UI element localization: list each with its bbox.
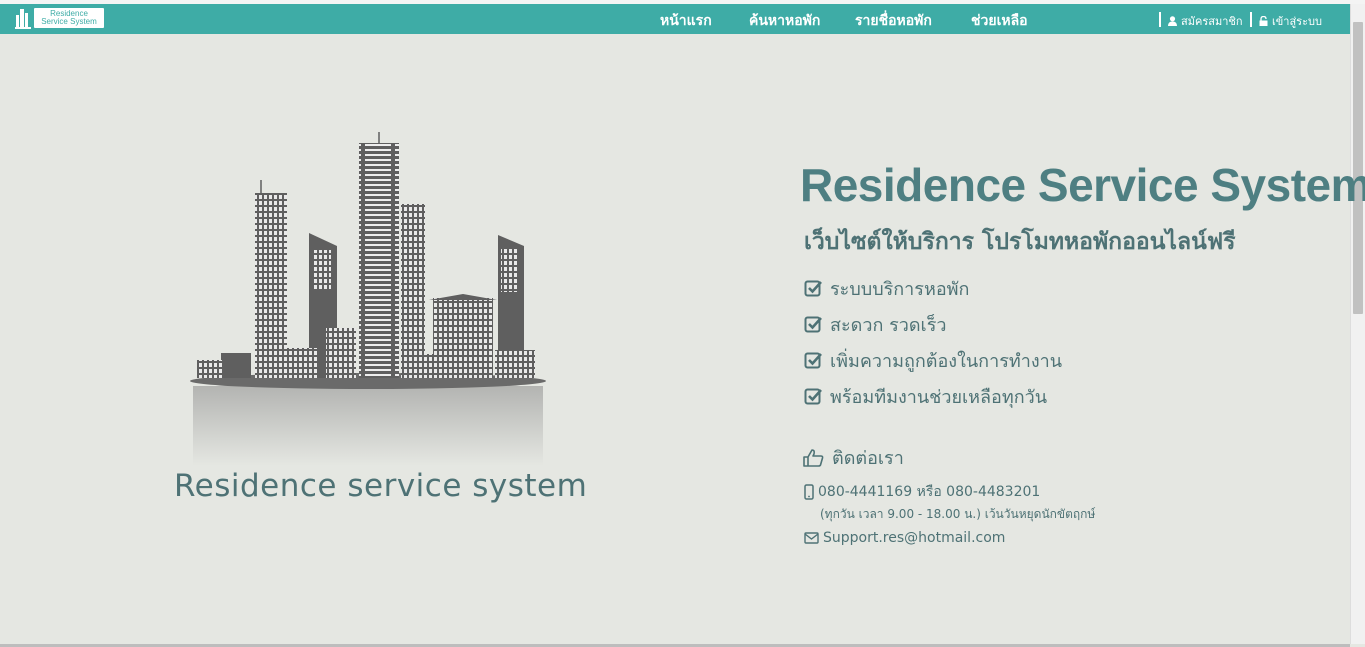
nav-home[interactable]: หน้าแรก (660, 10, 712, 32)
nav-search-dorm[interactable]: ค้นหาหอพัก (749, 10, 820, 32)
thumbs-up-icon (803, 448, 824, 467)
feature-label: สะดวก รวดเร็ว (830, 314, 947, 336)
logo-line2: Service System (41, 17, 97, 26)
feature-item: สะดวก รวดเร็ว (804, 306, 1062, 342)
email-address: Support.res@hotmail.com (823, 530, 1006, 546)
nav-help[interactable]: ช่วยเหลือ (971, 10, 1028, 32)
register-label: สมัครสมาชิก (1181, 15, 1243, 28)
hero-subtitle: เว็บไซต์ให้บริการ โปรโมทหอพักออนไลน์ฟรี (804, 229, 1236, 255)
city-skyline-illustration (190, 132, 546, 466)
check-square-icon (804, 316, 822, 333)
envelope-icon (804, 532, 819, 544)
nav-dorm-list[interactable]: รายชื่อหอพัก (855, 10, 932, 32)
building-logo-icon (15, 9, 31, 29)
feature-item: พร้อมทีมงานช่วยเหลือทุกวัน (804, 378, 1062, 414)
user-icon (1168, 16, 1177, 26)
phone-number: 080-4441169 หรือ 080-4483201 (818, 484, 1041, 500)
feature-label: พร้อมทีมงานช่วยเหลือทุกวัน (830, 386, 1048, 408)
register-link[interactable]: สมัครสมาชิก (1168, 12, 1243, 30)
page-scrollbar[interactable] (1350, 4, 1365, 644)
contact-email[interactable]: Support.res@hotmail.com (804, 530, 1005, 546)
contact-hours: (ทุกวัน เวลา 9.00 - 18.00 น.) เว้นวันหยุ… (820, 507, 1096, 521)
mobile-phone-icon (804, 484, 814, 500)
contact-heading: ติดต่อเรา (803, 443, 904, 472)
login-link[interactable]: เข้าสู่ระบบ (1259, 12, 1322, 30)
check-square-icon (804, 388, 822, 405)
check-square-icon (804, 352, 822, 369)
feature-list: ระบบบริการหอพัก สะดวก รวดเร็ว เพิ่มความถ… (804, 270, 1062, 414)
feature-label: เพิ่มความถูกต้องในการทำงาน (830, 350, 1063, 372)
contact-heading-label: ติดต่อเรา (832, 448, 904, 469)
navbar: Residence Service System หน้าแรก ค้นหาหอ… (0, 4, 1350, 34)
check-square-icon (804, 280, 822, 297)
contact-phone: 080-4441169 หรือ 080-4483201 (804, 481, 1040, 503)
lock-icon (1259, 16, 1268, 26)
feature-item: เพิ่มความถูกต้องในการทำงาน (804, 342, 1062, 378)
feature-item: ระบบบริการหอพัก (804, 270, 1062, 306)
site-logo[interactable]: Residence Service System (15, 7, 106, 29)
nav-divider (1250, 12, 1252, 27)
logo-text-box: Residence Service System (34, 8, 104, 28)
nav-divider (1159, 12, 1161, 27)
feature-label: ระบบบริการหอพัก (830, 278, 970, 300)
hero-title: Residence Service System (800, 159, 1365, 211)
login-label: เข้าสู่ระบบ (1272, 15, 1322, 28)
illustration-caption: Residence service system (174, 468, 588, 504)
